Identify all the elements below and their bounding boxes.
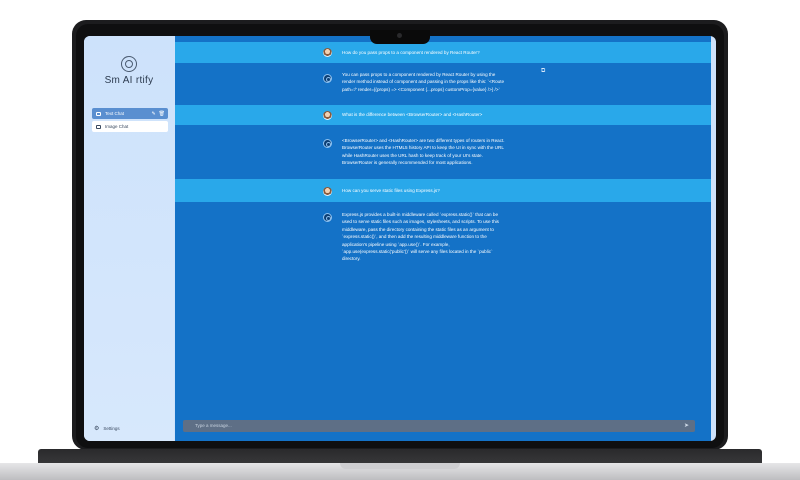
- sidebar-item-text-chat[interactable]: Text Chat ✎ 🗑: [92, 108, 168, 119]
- settings-label: Settings: [103, 426, 120, 431]
- chat-message-user: How can you serve static files using Exp…: [175, 179, 711, 202]
- copy-icon[interactable]: ⧉: [541, 68, 545, 75]
- screen: Sm AI rtify Text Chat ✎ 🗑 Image Chat ⚙ S…: [84, 36, 716, 441]
- camera-icon: [397, 33, 402, 38]
- message-text: How can you serve static files using Exp…: [342, 188, 440, 193]
- message-text: Express.js provides a built-in middlewar…: [342, 212, 499, 262]
- message-text: What is the difference between <BrowserR…: [342, 112, 483, 117]
- message-text: How do you pass props to a component ren…: [342, 50, 480, 55]
- gear-icon: ⚙: [94, 426, 100, 432]
- chat-message-user: How do you pass props to a component ren…: [175, 42, 711, 63]
- logo-text: Sm AI rtify: [104, 75, 154, 86]
- send-icon[interactable]: ➤: [684, 422, 689, 429]
- message-input[interactable]: Type a message... ➤: [183, 420, 695, 432]
- message-text: <BrowserRouter> and <HashRouter> are two…: [342, 138, 505, 166]
- laptop-thumb-notch: [340, 463, 460, 469]
- message-text: You can pass props to a component render…: [342, 72, 505, 92]
- user-avatar: [323, 111, 332, 120]
- sidebar-item-label: Image Chat: [105, 124, 129, 129]
- trash-icon[interactable]: 🗑: [159, 111, 165, 117]
- user-avatar: [323, 48, 332, 57]
- sidebar-item-label: Text Chat: [105, 111, 125, 116]
- bot-avatar: [323, 74, 332, 83]
- chat-message-user: What is the difference between <BrowserR…: [175, 105, 711, 125]
- logo: Sm AI rtify: [84, 56, 174, 86]
- chat-message-bot: You can pass props to a component render…: [175, 63, 711, 105]
- sidebar-item-image-chat[interactable]: Image Chat: [92, 121, 168, 132]
- image-icon: [96, 124, 101, 129]
- bot-avatar: [323, 213, 332, 222]
- user-avatar: [323, 187, 332, 196]
- chat-icon: [96, 111, 101, 116]
- message-input-placeholder: Type a message...: [195, 423, 232, 428]
- pencil-icon[interactable]: ✎: [151, 111, 155, 117]
- chat-panel: ⇤ How do you pass props to a component r…: [175, 36, 711, 441]
- logo-icon: [121, 56, 137, 72]
- settings-button[interactable]: ⚙ Settings: [94, 425, 120, 432]
- bot-avatar: [323, 139, 332, 148]
- chat-message-bot: Express.js provides a built-in middlewar…: [175, 202, 711, 416]
- sidebar: Sm AI rtify Text Chat ✎ 🗑 Image Chat ⚙ S…: [84, 36, 174, 441]
- chat-message-bot: <BrowserRouter> and <HashRouter> are two…: [175, 125, 711, 179]
